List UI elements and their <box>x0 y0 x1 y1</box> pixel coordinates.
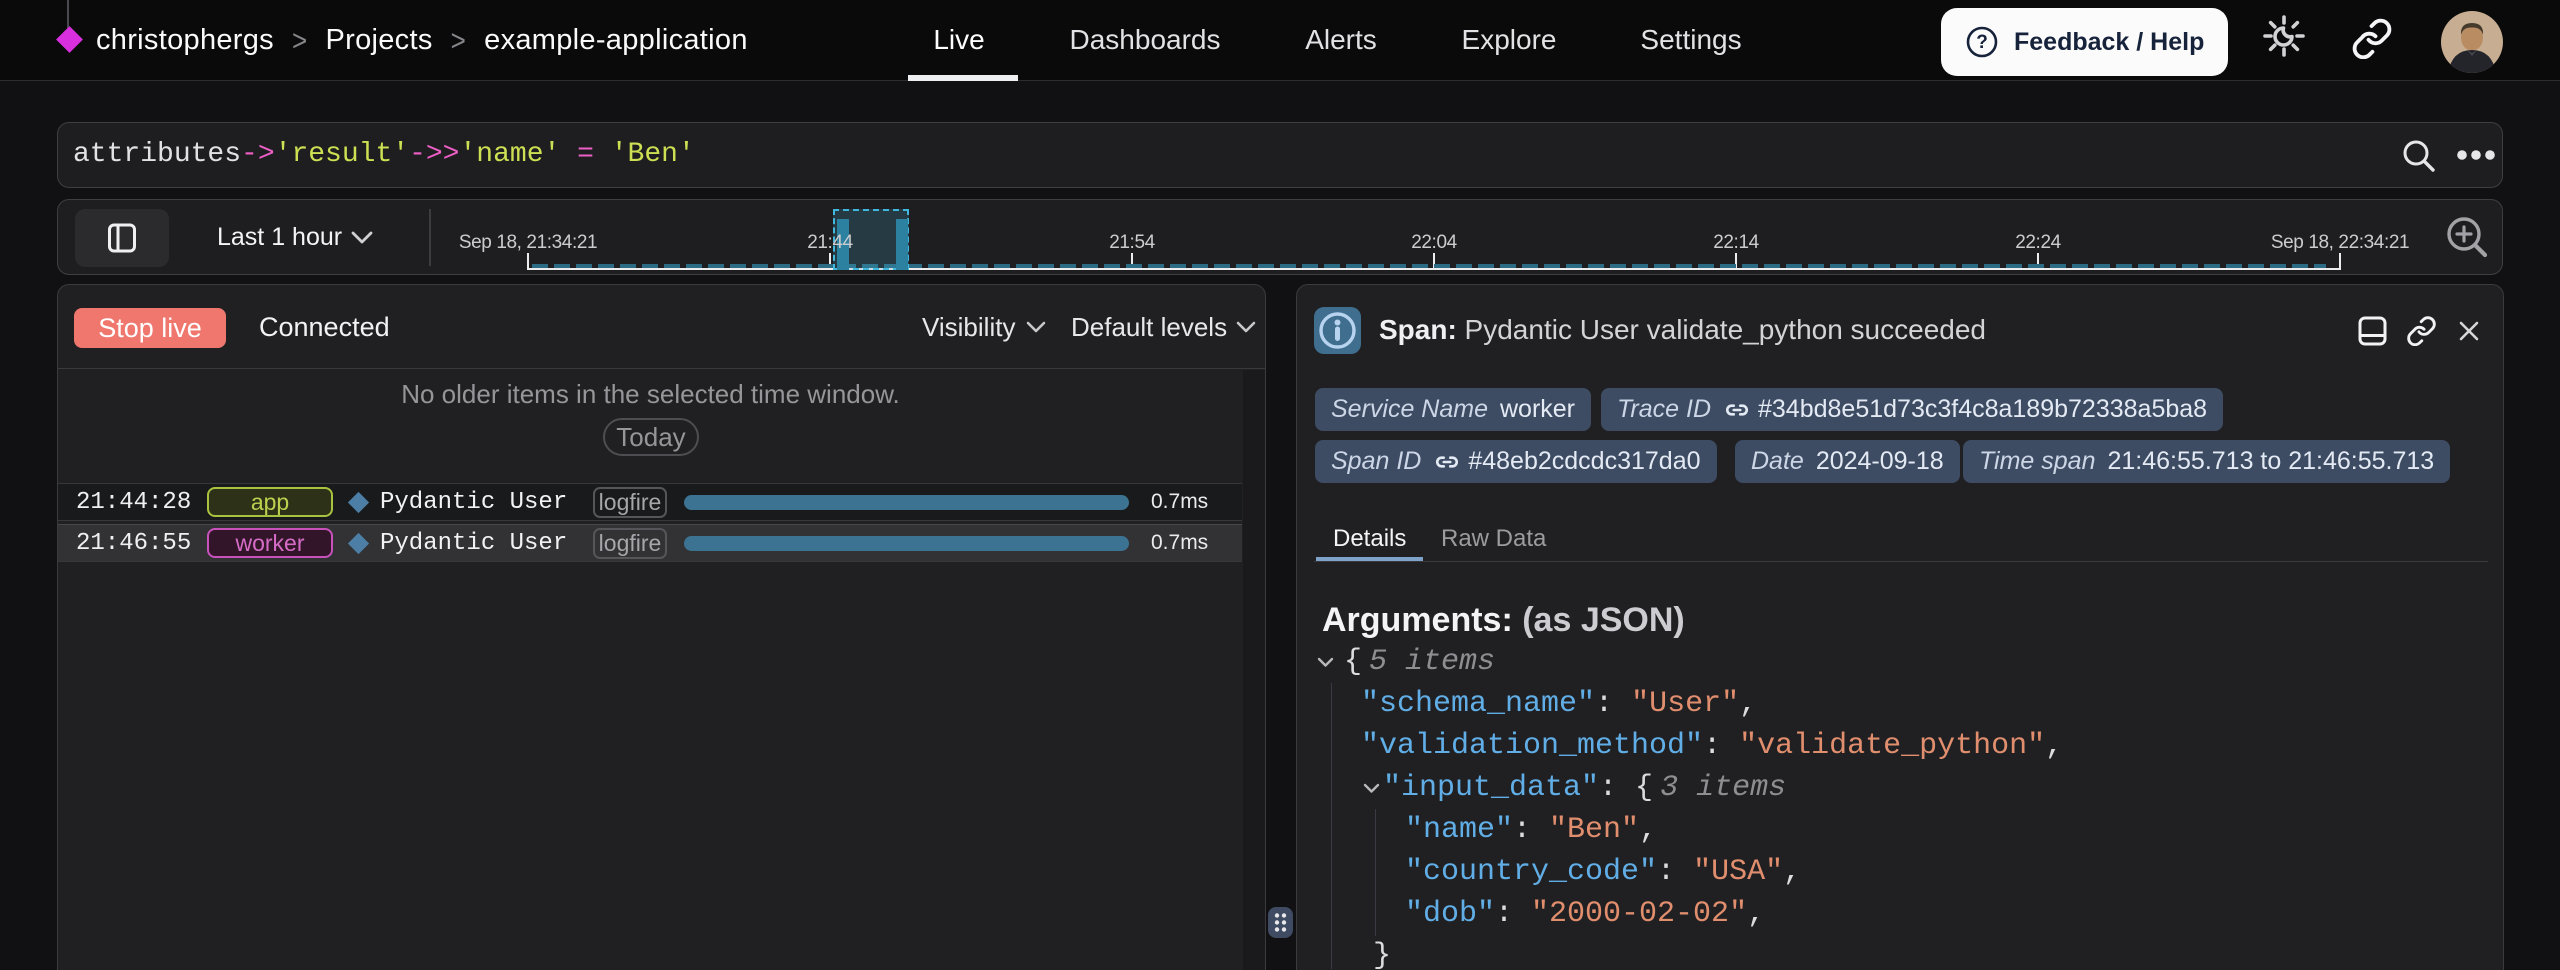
svg-text:?: ? <box>1976 32 1988 53</box>
